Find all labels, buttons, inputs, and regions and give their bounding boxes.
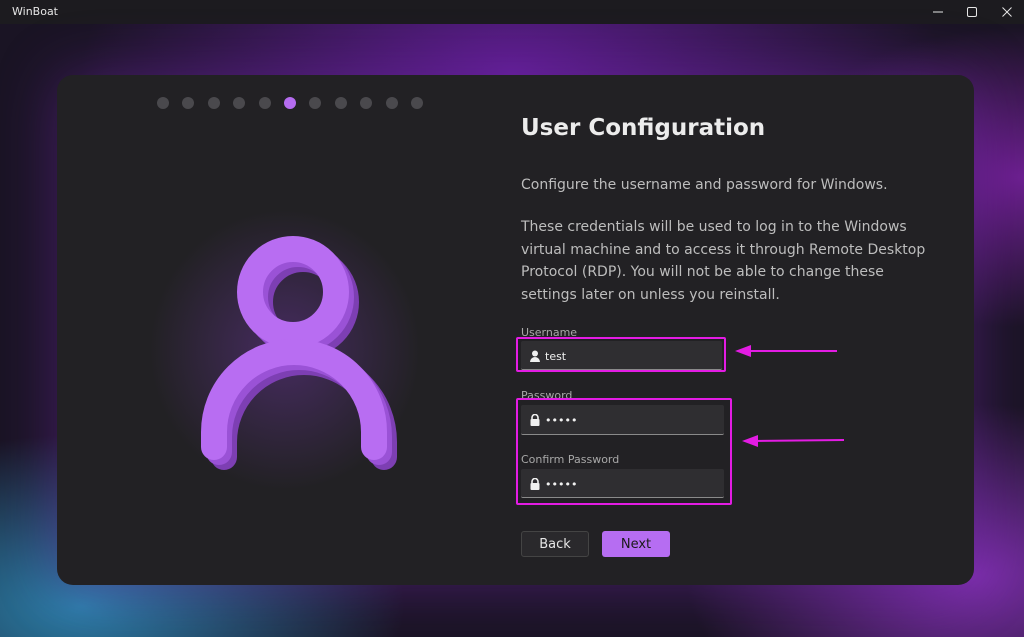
title-bar: WinBoat xyxy=(0,0,1024,24)
step-dot xyxy=(411,97,423,109)
step-dot-active xyxy=(284,97,296,109)
page-title: User Configuration xyxy=(521,115,766,141)
annotation-arrow-passwords xyxy=(742,435,845,447)
step-dot xyxy=(157,97,169,109)
annotation-arrow-username xyxy=(735,345,837,357)
window-title: WinBoat xyxy=(12,5,58,18)
close-button[interactable] xyxy=(990,0,1024,24)
annotation-highlight-passwords xyxy=(516,398,732,505)
person-illustration xyxy=(150,210,420,490)
intro-text: Configure the username and password for … xyxy=(521,177,888,193)
description-text: These credentials will be used to log in… xyxy=(521,219,926,303)
close-icon xyxy=(1002,7,1012,17)
minimize-icon xyxy=(933,11,943,13)
step-dot xyxy=(385,97,398,109)
next-button[interactable]: Next xyxy=(602,531,670,557)
annotation-highlight-username xyxy=(516,337,726,372)
maximize-button[interactable] xyxy=(955,0,989,24)
step-dot xyxy=(334,97,347,109)
maximize-icon xyxy=(967,7,977,17)
minimize-button[interactable] xyxy=(921,0,955,24)
step-dot xyxy=(258,97,271,109)
back-button[interactable]: Back xyxy=(521,531,589,557)
step-dot xyxy=(207,97,220,109)
